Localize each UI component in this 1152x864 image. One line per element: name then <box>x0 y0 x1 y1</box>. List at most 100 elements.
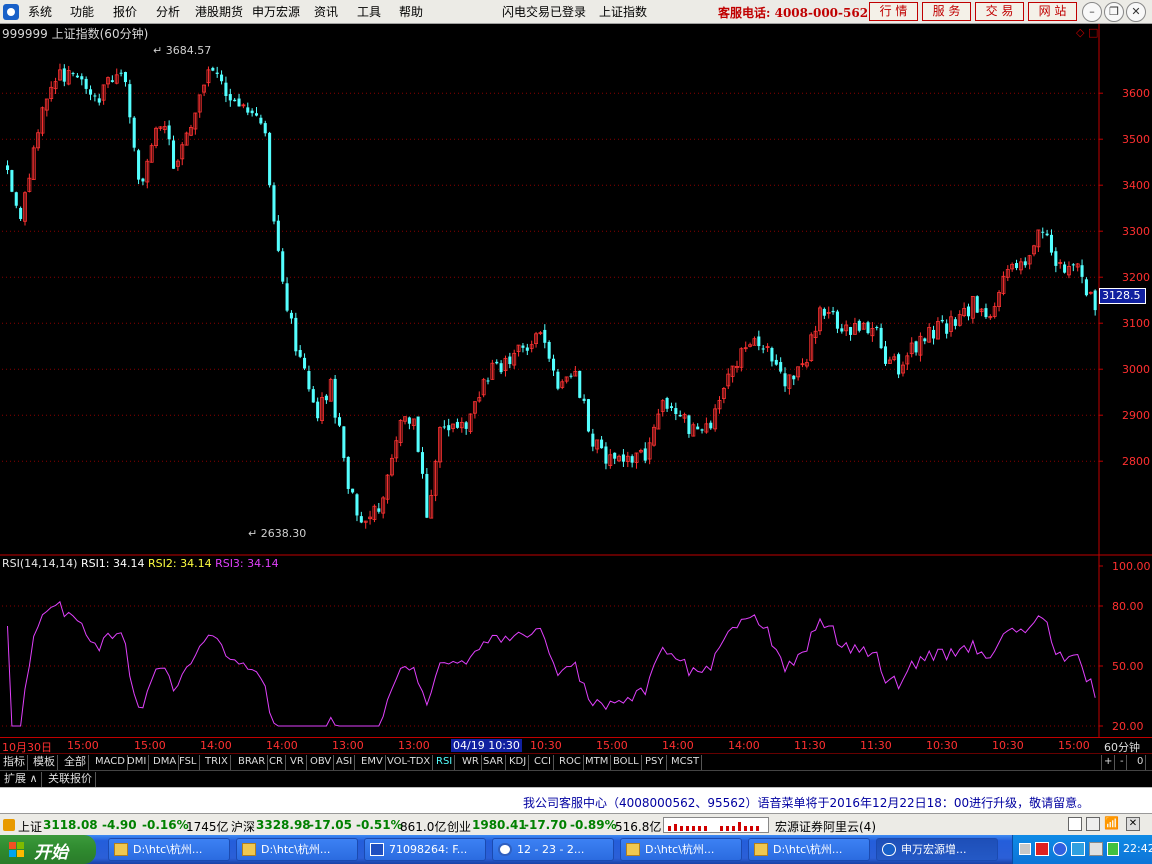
tab-all[interactable]: 全部 <box>62 755 89 770</box>
cy-pct: -0.89% <box>570 818 617 832</box>
market-button[interactable]: 行 情 <box>869 2 918 21</box>
candle-down <box>525 347 529 351</box>
menu-function[interactable]: 功能 <box>70 3 94 20</box>
task-folder-3[interactable]: D:\htc\杭州... <box>620 838 742 861</box>
trade-button[interactable]: 交 易 <box>975 2 1024 21</box>
candle-down <box>342 426 346 458</box>
broker-server[interactable]: 宏源证券阿里云(4) <box>775 818 876 835</box>
cy-label[interactable]: 创业 <box>447 818 471 835</box>
price-tick-label: 3500 <box>1122 133 1150 146</box>
candle-down <box>669 406 673 409</box>
task-document[interactable]: 12 - 23 - 2... <box>492 838 614 861</box>
chart-title: 999999 上证指数(60分钟) <box>2 27 149 41</box>
tray-network-icon[interactable] <box>1053 842 1067 856</box>
menu-tools[interactable]: 工具 <box>357 3 381 20</box>
minimize-icon[interactable]: – <box>1082 2 1102 22</box>
time-label: 14:00 <box>266 739 298 752</box>
tab-macd[interactable]: MACD <box>93 755 128 770</box>
service-button[interactable]: 服 务 <box>922 2 971 21</box>
tab-brar[interactable]: BRAR <box>236 755 269 770</box>
zoom-out-button[interactable]: - <box>1118 755 1127 770</box>
task-swhy-active[interactable]: 申万宏源增... <box>876 838 998 861</box>
related-quote-tab[interactable]: 关联报价 <box>45 772 96 787</box>
expand-button[interactable]: 扩展 ∧ <box>1 772 42 787</box>
tab-emv[interactable]: EMV <box>359 755 386 770</box>
windows-flag-icon <box>9 842 24 857</box>
monitor-icon[interactable] <box>1086 817 1100 831</box>
clock[interactable]: 22:42 <box>1123 842 1152 855</box>
tab-mcst[interactable]: MCST <box>669 755 703 770</box>
candle-down <box>110 80 114 82</box>
menu-quote[interactable]: 报价 <box>113 3 137 20</box>
time-label: 11:30 <box>794 739 826 752</box>
rsi3-value: RSI3: 34.14 <box>215 557 279 570</box>
menu-help[interactable]: 帮助 <box>399 3 423 20</box>
zoom-in-button[interactable]: + <box>1101 755 1116 770</box>
tray-app-icon[interactable] <box>1107 842 1119 856</box>
signal-icon[interactable]: 📶 <box>1104 816 1119 830</box>
tab-cr[interactable]: CR <box>267 755 286 770</box>
task-folder-2[interactable]: D:\htc\杭州... <box>236 838 358 861</box>
close-panel-icon[interactable]: ✕ <box>1126 817 1140 831</box>
task-folder-4[interactable]: D:\htc\杭州... <box>748 838 870 861</box>
chart-settings-icon[interactable]: ◇ □ <box>1076 26 1098 39</box>
website-button[interactable]: 网 站 <box>1028 2 1077 21</box>
candle-down <box>75 75 79 78</box>
close-icon[interactable]: ✕ <box>1126 2 1146 22</box>
tab-roc[interactable]: ROC <box>557 755 584 770</box>
tab-cci[interactable]: CCI <box>532 755 554 770</box>
tab-indicator[interactable]: 指标 <box>1 755 28 770</box>
tab-psy[interactable]: PSY <box>643 755 667 770</box>
tray-antivirus-icon[interactable] <box>1035 842 1049 856</box>
tab-boll[interactable]: BOLL <box>611 755 642 770</box>
tab-wr[interactable]: WR <box>460 755 482 770</box>
candle-down <box>171 140 176 169</box>
hs-value: 3328.98 <box>256 818 311 832</box>
tab-dmi[interactable]: DMI <box>125 755 150 770</box>
candle-down <box>1045 233 1049 236</box>
tab-vol-tdx[interactable]: VOL-TDX <box>385 755 434 770</box>
menu-info[interactable]: 资讯 <box>314 3 338 20</box>
hotline-text: 客服电话: 4008-000-562 <box>718 6 869 20</box>
candle-down <box>774 359 778 365</box>
menu-swhy[interactable]: 申万宏源 <box>252 3 300 20</box>
menu-hk-futures[interactable]: 港股期货 <box>195 3 243 20</box>
tab-trix[interactable]: TRIX <box>203 755 231 770</box>
tray-volume-icon[interactable] <box>1089 842 1103 856</box>
tab-obv[interactable]: OBV <box>308 755 335 770</box>
tab-dma[interactable]: DMA <box>151 755 180 770</box>
zoom-reset-button[interactable]: 0 <box>1135 755 1147 770</box>
tab-mtm[interactable]: MTM <box>583 755 612 770</box>
time-label: 14:00 <box>200 739 232 752</box>
rsi-series-line <box>7 600 1096 727</box>
candle-down <box>831 310 835 313</box>
tab-template[interactable]: 模板 <box>31 755 58 770</box>
restore-icon[interactable]: ❐ <box>1104 2 1124 22</box>
task-label: 12 - 23 - 2... <box>517 843 585 856</box>
tab-asi[interactable]: ASI <box>334 755 356 770</box>
notepad-icon[interactable] <box>1068 817 1082 831</box>
task-folder-1[interactable]: D:\htc\杭州... <box>108 838 230 861</box>
menu-analysis[interactable]: 分析 <box>156 3 180 20</box>
start-button[interactable]: 开始 <box>0 835 96 864</box>
candle-down <box>447 425 451 431</box>
sh-label[interactable]: 上证 <box>18 818 42 835</box>
candle-down <box>569 375 573 377</box>
tab-sar[interactable]: SAR <box>481 755 507 770</box>
tab-rsi-active[interactable]: RSI <box>434 755 456 770</box>
candle-down <box>289 312 293 319</box>
tab-kdj[interactable]: KDJ <box>507 755 530 770</box>
menu-system[interactable]: 系统 <box>28 3 52 20</box>
notice-text[interactable]: 我公司客服中心（4008000562、95562）语音菜单将于2016年12月2… <box>523 794 1089 811</box>
chart-canvas[interactable]: 2800 2900 3000 3100 3200 3300 3400 3500 3600 20.0… <box>0 24 1152 737</box>
candle-down <box>128 84 132 118</box>
tab-fsl[interactable]: FSL <box>177 755 200 770</box>
tray-qq-icon[interactable] <box>1071 842 1085 856</box>
hs-label[interactable]: 沪深 <box>231 818 255 835</box>
candle-down <box>792 375 796 380</box>
tray-ime-icon[interactable] <box>1019 843 1031 855</box>
task-chat[interactable]: 71098264: F... <box>364 838 486 861</box>
chart-area[interactable]: 2800 2900 3000 3100 3200 3300 3400 3500 3600 20.0… <box>0 24 1152 737</box>
candle-down <box>521 345 525 348</box>
tab-vr[interactable]: VR <box>288 755 307 770</box>
